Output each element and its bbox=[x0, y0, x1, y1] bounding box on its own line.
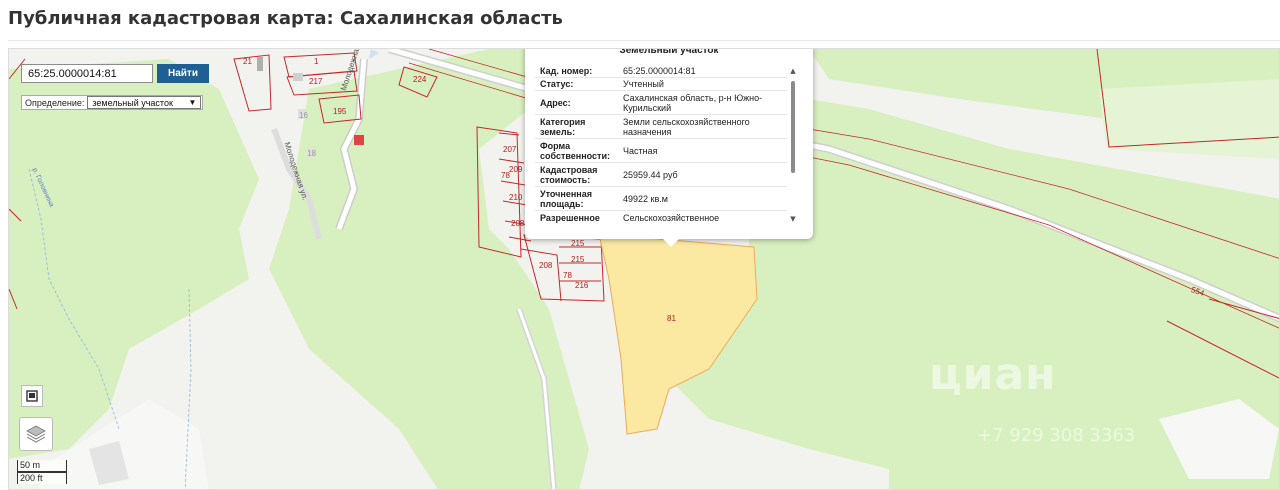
chevron-down-icon: ▼ bbox=[188, 98, 197, 107]
popup-value: 25959.44 руб bbox=[623, 169, 678, 180]
definition-selector: Определение: земельный участок ▼ bbox=[21, 95, 204, 110]
popup-key: Кадастровая стоимость: bbox=[540, 164, 598, 185]
parcel-label: 215 bbox=[571, 239, 585, 248]
parcel-label: 195 bbox=[333, 107, 347, 116]
popup-value: 65:25.0000014:81 bbox=[623, 66, 696, 76]
parcel-label: 78 bbox=[501, 171, 510, 180]
popup-pointer bbox=[663, 239, 679, 247]
parcel-label-81[interactable]: 81 bbox=[667, 314, 676, 323]
popup-row: Статус: Учтенный bbox=[535, 78, 787, 91]
cadastral-search: Найти bbox=[21, 64, 209, 83]
popup-value: Сахалинская область, р-н Южно-Курильский bbox=[623, 92, 763, 113]
popup-row: Адрес: Сахалинская область, р-н Южно-Кур… bbox=[535, 91, 787, 115]
scrollbar-thumb[interactable] bbox=[791, 81, 795, 173]
layers-button[interactable] bbox=[19, 417, 53, 451]
popup-key: Кад. номер: bbox=[540, 66, 593, 76]
popup-value: Земли сельскохозяйственного назначения bbox=[623, 116, 750, 137]
parcel-label: 217 bbox=[309, 77, 323, 86]
popup-title: Земельный участок bbox=[619, 48, 719, 56]
parcel-label: 78 bbox=[563, 271, 572, 280]
parcel-label: 208 bbox=[511, 219, 525, 228]
parcel-label: 16 bbox=[299, 111, 308, 120]
parcel-label: 209 bbox=[509, 165, 523, 174]
popup-details-table: Кад. номер: 65:25.0000014:81 Статус: Учт… bbox=[535, 65, 787, 224]
popup-scrollbar[interactable]: ▲ ▼ bbox=[789, 67, 797, 223]
parcel-label: 1 bbox=[314, 57, 319, 66]
layers-icon bbox=[26, 425, 46, 443]
popup-key: Уточненная площадь: bbox=[540, 188, 592, 209]
parcel-label: 215 bbox=[571, 255, 585, 264]
parcel-label: 207 bbox=[503, 145, 517, 154]
search-button[interactable]: Найти bbox=[157, 64, 209, 83]
popup-row: Разрешенное Сельскохозяйственное bbox=[535, 211, 787, 224]
popup-value: Учтенный bbox=[623, 79, 664, 89]
definition-value: земельный участок bbox=[92, 97, 173, 108]
parcel-label: 210 bbox=[509, 193, 523, 202]
scale-metric: 50 m bbox=[17, 460, 67, 472]
scroll-up-icon[interactable]: ▲ bbox=[789, 67, 797, 75]
definition-label: Определение: bbox=[25, 97, 85, 108]
scroll-down-icon[interactable]: ▼ bbox=[789, 215, 797, 223]
parcel-label: 216 bbox=[575, 281, 589, 290]
popup-key: Адрес: bbox=[540, 97, 571, 108]
popup-key: Статус: bbox=[540, 79, 574, 89]
popup-key: Форма собственности: bbox=[540, 140, 610, 161]
scale-bar: 50 m 200 ft bbox=[17, 460, 67, 484]
popup-key: Категория земель: bbox=[540, 116, 586, 137]
popup-value: Сельскохозяйственное bbox=[623, 212, 720, 223]
title-divider bbox=[8, 40, 1280, 41]
popup-value: Частная bbox=[623, 145, 658, 156]
parcel-label: 21 bbox=[243, 57, 252, 66]
popup-row: Кадастровая стоимость: 25959.44 руб bbox=[535, 163, 787, 187]
parcel-label: 18 bbox=[307, 149, 316, 158]
popup-value: 49922 кв.м bbox=[623, 193, 668, 204]
cadastral-number-input[interactable] bbox=[21, 64, 153, 83]
scale-imperial: 200 ft bbox=[17, 472, 67, 484]
page-title: Публичная кадастровая карта: Сахалинская… bbox=[8, 8, 563, 29]
measure-tool-button[interactable] bbox=[21, 385, 43, 407]
popup-key: Разрешенное bbox=[540, 212, 600, 223]
cadastral-map[interactable]: 21 1 217 224 195 16 18 207 209 78 210 20… bbox=[8, 48, 1280, 490]
ruler-icon bbox=[26, 390, 38, 402]
watermark-logo: циан bbox=[929, 349, 1057, 400]
parcel-label: 224 bbox=[413, 75, 427, 84]
definition-select[interactable]: земельный участок ▼ bbox=[87, 96, 202, 109]
popup-row: Форма собственности: Частная bbox=[535, 139, 787, 163]
popup-row: Уточненная площадь: 49922 кв.м bbox=[535, 187, 787, 211]
watermark-phone: +7 929 308 3363 bbox=[977, 425, 1136, 446]
popup-row: Категория земель: Земли сельскохозяйстве… bbox=[535, 115, 787, 139]
parcel-label: 208 bbox=[539, 261, 553, 270]
parcel-info-popup[interactable]: Земельный участок Кад. номер: 65:25.0000… bbox=[525, 48, 813, 247]
